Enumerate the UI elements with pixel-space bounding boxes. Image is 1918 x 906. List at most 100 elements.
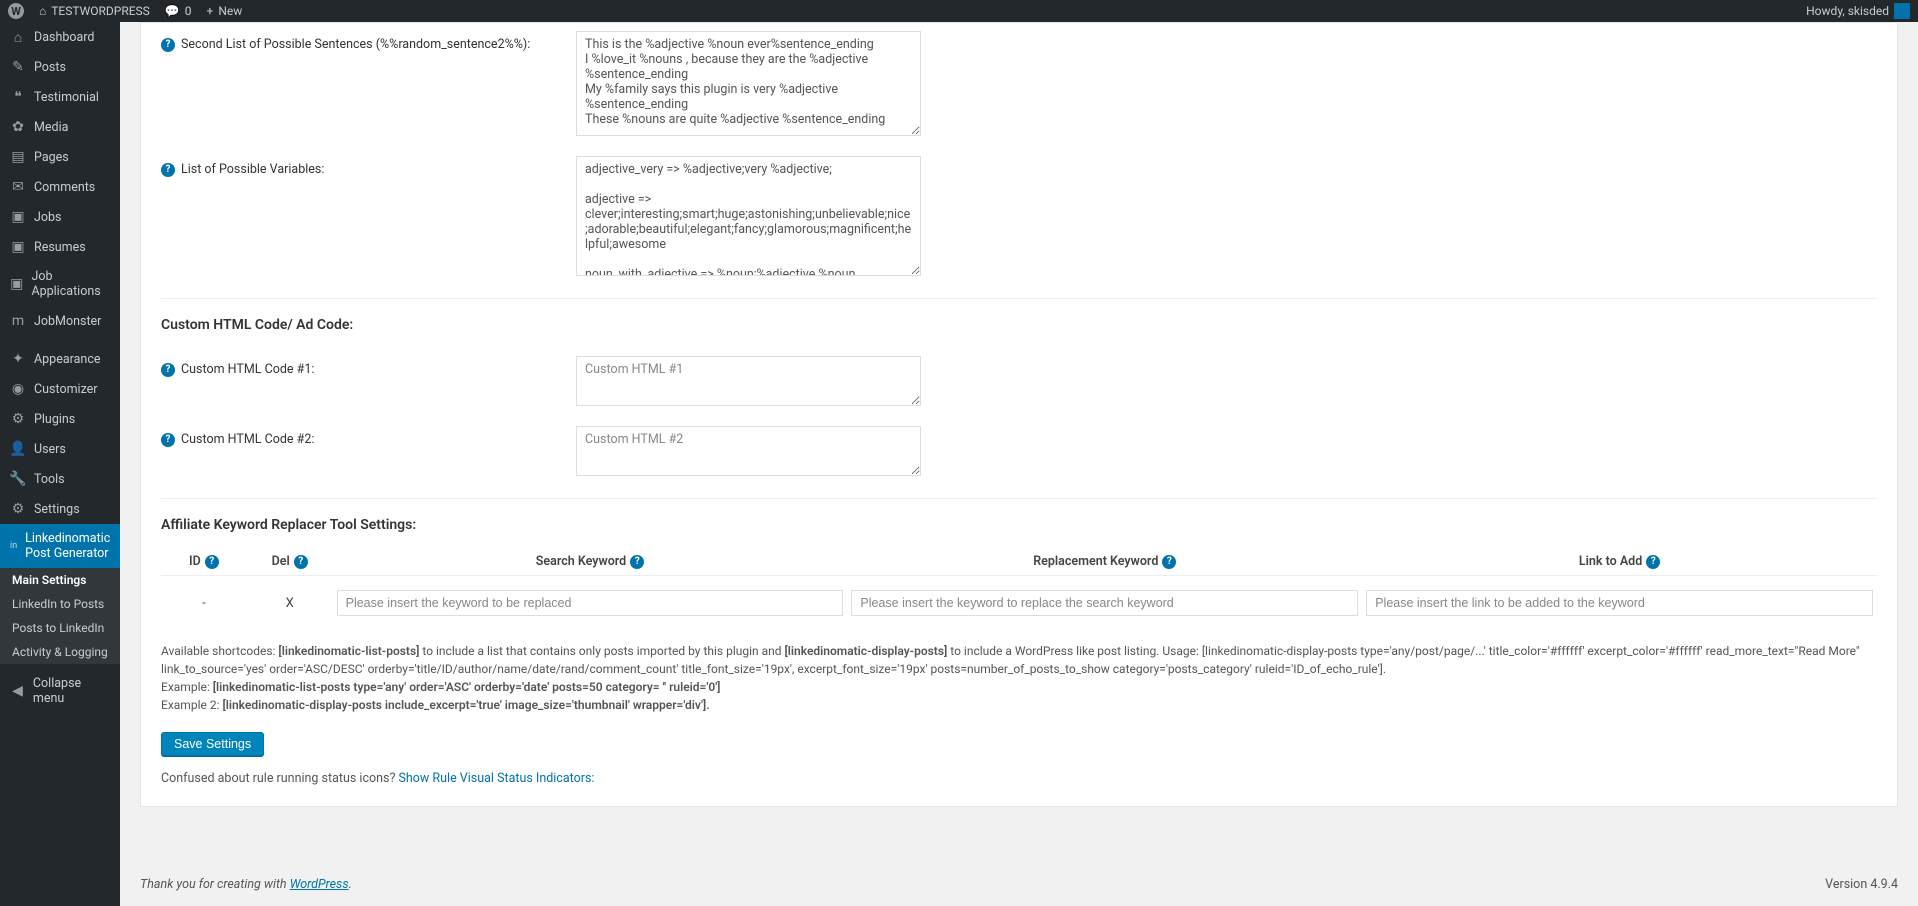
submenu-item-posts-to-linkedin[interactable]: Posts to LinkedIn (0, 616, 120, 640)
row-second-sentences: ? Second List of Possible Sentences (%%r… (161, 23, 1877, 148)
sidebar-item-job-applications[interactable]: ▣ Job Applications (0, 262, 120, 306)
help-icon[interactable]: ? (205, 555, 219, 569)
sidebar-item-users[interactable]: 👤 Users (0, 434, 120, 464)
label-custom-html-1: Custom HTML Code #1: (181, 362, 314, 377)
menu-label: Users (34, 442, 66, 457)
label-variables: List of Possible Variables: (181, 162, 324, 177)
sidebar-item-testimonial[interactable]: ❝Testimonial (0, 82, 120, 112)
settings-panel: ? Second List of Possible Sentences (%%r… (140, 22, 1898, 807)
sidebar-item-linkedinomatic[interactable]: in Linkedinomatic Post Generator (0, 524, 120, 568)
shortcode-help-text: Available shortcodes: [linkedinomatic-li… (161, 642, 1877, 714)
row-custom-html-1: ? Custom HTML Code #1: (161, 348, 1877, 418)
menu-icon: ✦ (10, 351, 26, 367)
admin-toolbar: W ⌂TESTWORDPRESS 💬0 +New Howdy, skisded (0, 0, 1918, 22)
menu-icon: m (10, 313, 26, 329)
help-icon[interactable]: ? (161, 163, 175, 177)
menu-label: Plugins (34, 412, 75, 427)
help-icon[interactable]: ? (1646, 555, 1660, 569)
input-search-keyword[interactable] (337, 590, 844, 616)
th-replacement: Replacement Keyword (1033, 554, 1158, 569)
menu-icon: ⌂ (10, 29, 26, 45)
sidebar-item-resumes[interactable]: ▣Resumes (0, 232, 120, 262)
submenu-item-activity-&-logging[interactable]: Activity & Logging (0, 640, 120, 664)
menu-label: Appearance (34, 352, 101, 367)
input-link[interactable] (1366, 590, 1873, 616)
help-icon[interactable]: ? (161, 433, 175, 447)
comments-count: 0 (185, 4, 192, 18)
help-icon[interactable]: ? (294, 555, 308, 569)
save-settings-button[interactable]: Save Settings (161, 732, 264, 756)
footer-thank-suffix: . (349, 877, 352, 892)
show-rule-indicators-link[interactable]: Show Rule Visual Status Indicators: (399, 771, 595, 786)
menu-icon: 👤 (10, 441, 26, 457)
submenu-item-main-settings[interactable]: Main Settings (0, 568, 120, 592)
sidebar-item-customizer[interactable]: ◉ Customizer (0, 374, 120, 404)
sidebar-item-comments[interactable]: ✉ Comments (0, 172, 120, 202)
divider (161, 498, 1877, 499)
menu-icon: 🔧 (10, 471, 26, 487)
menu-label: Job Applications (31, 269, 110, 299)
site-name-text: TESTWORDPRESS (51, 4, 150, 18)
input-replacement-keyword[interactable] (851, 590, 1358, 616)
textarea-custom-html-2[interactable] (576, 426, 921, 476)
textarea-second-sentences[interactable] (576, 31, 921, 136)
menu-label: Comments (34, 180, 95, 195)
admin-sidebar: ⌂ Dashboard ✎Posts❝Testimonial✿Media▤Pages… (0, 22, 120, 906)
label-custom-html-2: Custom HTML Code #2: (181, 432, 314, 447)
menu-label: Dashboard (34, 30, 94, 45)
help-icon[interactable]: ? (1162, 555, 1176, 569)
row-variables: ? List of Possible Variables: (161, 148, 1877, 288)
home-icon: ⌂ (39, 4, 46, 18)
new-content-link[interactable]: + New (207, 4, 243, 18)
sidebar-item-pages[interactable]: ▤Pages (0, 142, 120, 172)
admin-footer: Thank you for creating with WordPress. V… (120, 867, 1918, 902)
menu-label: Settings (34, 502, 80, 517)
collapse-icon: ◀ (10, 683, 25, 699)
menu-icon: ▣ (10, 276, 23, 292)
plus-icon: + (207, 4, 214, 18)
cell-del[interactable]: X (247, 576, 333, 631)
help-icon[interactable]: ? (630, 555, 644, 569)
comment-icon: 💬 (165, 4, 180, 18)
sidebar-item-appearance[interactable]: ✦ Appearance (0, 344, 120, 374)
sidebar-item-dashboard[interactable]: ⌂ Dashboard (0, 22, 120, 52)
sidebar-item-media[interactable]: ✿Media (0, 112, 120, 142)
menu-label: Media (34, 120, 68, 135)
table-header-row: ID? Del? Search Keyword? Replacement Key… (161, 548, 1877, 576)
sidebar-submenu: Main SettingsLinkedIn to PostsPosts to L… (0, 568, 120, 664)
comments-link[interactable]: 💬0 (165, 4, 192, 18)
wp-logo[interactable]: W (8, 3, 24, 19)
footer-wordpress-link[interactable]: WordPress (290, 877, 349, 892)
textarea-custom-html-1[interactable] (576, 356, 921, 406)
site-name-link[interactable]: ⌂ TESTWORDPRESS (39, 4, 150, 18)
menu-icon: ⚙ (10, 411, 26, 427)
menu-label: Tools (34, 472, 65, 487)
th-del: Del (272, 554, 290, 569)
collapse-menu-button[interactable]: ◀ Collapse menu (0, 669, 120, 713)
account-link[interactable]: Howdy, skisded (1806, 3, 1910, 19)
textarea-variables[interactable] (576, 156, 921, 276)
menu-label: Resumes (34, 240, 86, 255)
menu-icon: ◉ (10, 381, 26, 397)
sidebar-item-jobmonster[interactable]: mJobMonster (0, 306, 120, 336)
table-row: - X (161, 576, 1877, 631)
menu-icon: ❝ (10, 89, 26, 105)
menu-label: Customizer (34, 382, 98, 397)
menu-icon: ⚙ (10, 501, 26, 517)
howdy-text: Howdy, skisded (1806, 4, 1889, 18)
footer-version: Version 4.9.4 (1825, 877, 1898, 892)
sidebar-item-jobs[interactable]: ▣Jobs (0, 202, 120, 232)
th-link: Link to Add (1579, 554, 1642, 569)
help-icon[interactable]: ? (161, 363, 175, 377)
new-label: New (218, 4, 242, 18)
submenu-item-linkedin-to-posts[interactable]: LinkedIn to Posts (0, 592, 120, 616)
sidebar-item-plugins[interactable]: ⚙ Plugins (0, 404, 120, 434)
menu-icon: ✉ (10, 179, 26, 195)
sidebar-item-tools[interactable]: 🔧 Tools (0, 464, 120, 494)
menu-label: Jobs (34, 210, 62, 225)
row-custom-html-2: ? Custom HTML Code #2: (161, 418, 1877, 488)
sidebar-item-posts[interactable]: ✎Posts (0, 52, 120, 82)
help-icon[interactable]: ? (161, 38, 175, 52)
menu-icon: ▤ (10, 149, 26, 165)
sidebar-item-settings[interactable]: ⚙ Settings (0, 494, 120, 524)
